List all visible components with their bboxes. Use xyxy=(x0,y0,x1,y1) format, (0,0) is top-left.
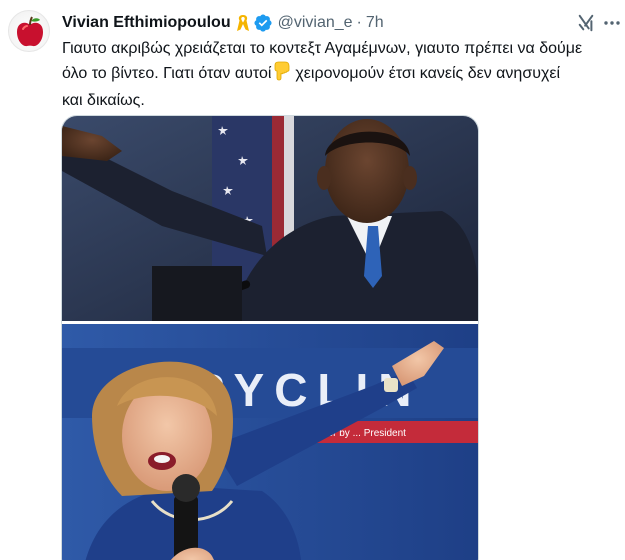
red-apple-icon xyxy=(17,16,43,47)
author-display-name[interactable]: Vivian Efthimiopoulou xyxy=(62,14,231,32)
tweet-media-image[interactable]: RYCLIN Paid for by ... President xyxy=(61,115,479,560)
tweet-text-line-1: Γιαυτο ακριβώς χρειάζεται το κοντεξτ Αγα… xyxy=(62,40,583,57)
yellow-ribbon-icon xyxy=(236,14,250,32)
tweet-card: Vivian Efthimiopoulou @vivian_e · 7h Για… xyxy=(0,0,625,560)
tweet-text-line-3: και δικαίως. xyxy=(62,92,145,109)
author-avatar[interactable] xyxy=(8,10,50,52)
author-handle[interactable]: @vivian_e xyxy=(278,14,353,32)
grok-icon xyxy=(578,14,594,32)
tweet-text-line-2: όλο το βίντεο. Γιατι όταν αυτοί χειρονομ… xyxy=(62,61,622,89)
more-icon xyxy=(604,21,620,25)
verified-badge-icon xyxy=(253,13,273,33)
separator-dot: · xyxy=(356,14,362,31)
bottom-photo: RYCLIN Paid for by ... President xyxy=(62,324,478,560)
tweet-header: Vivian Efthimiopoulou @vivian_e · 7h xyxy=(62,11,384,35)
tweet-timestamp[interactable]: 7h xyxy=(366,14,384,32)
tweet-text: Γιαυτο ακριβώς χρειάζεται το κοντεξτ Αγα… xyxy=(62,37,622,113)
top-photo xyxy=(62,116,478,321)
grok-button[interactable] xyxy=(575,12,597,34)
more-options-button[interactable] xyxy=(601,12,623,34)
pointing-down-hand-icon xyxy=(273,61,291,89)
tweet-text-segment-b: χειρονομούν έτσι κανείς δεν ανησυχεί xyxy=(295,65,561,82)
tweet-text-segment-a: όλο το βίντεο. Γιατι όταν αυτοί xyxy=(62,65,272,82)
